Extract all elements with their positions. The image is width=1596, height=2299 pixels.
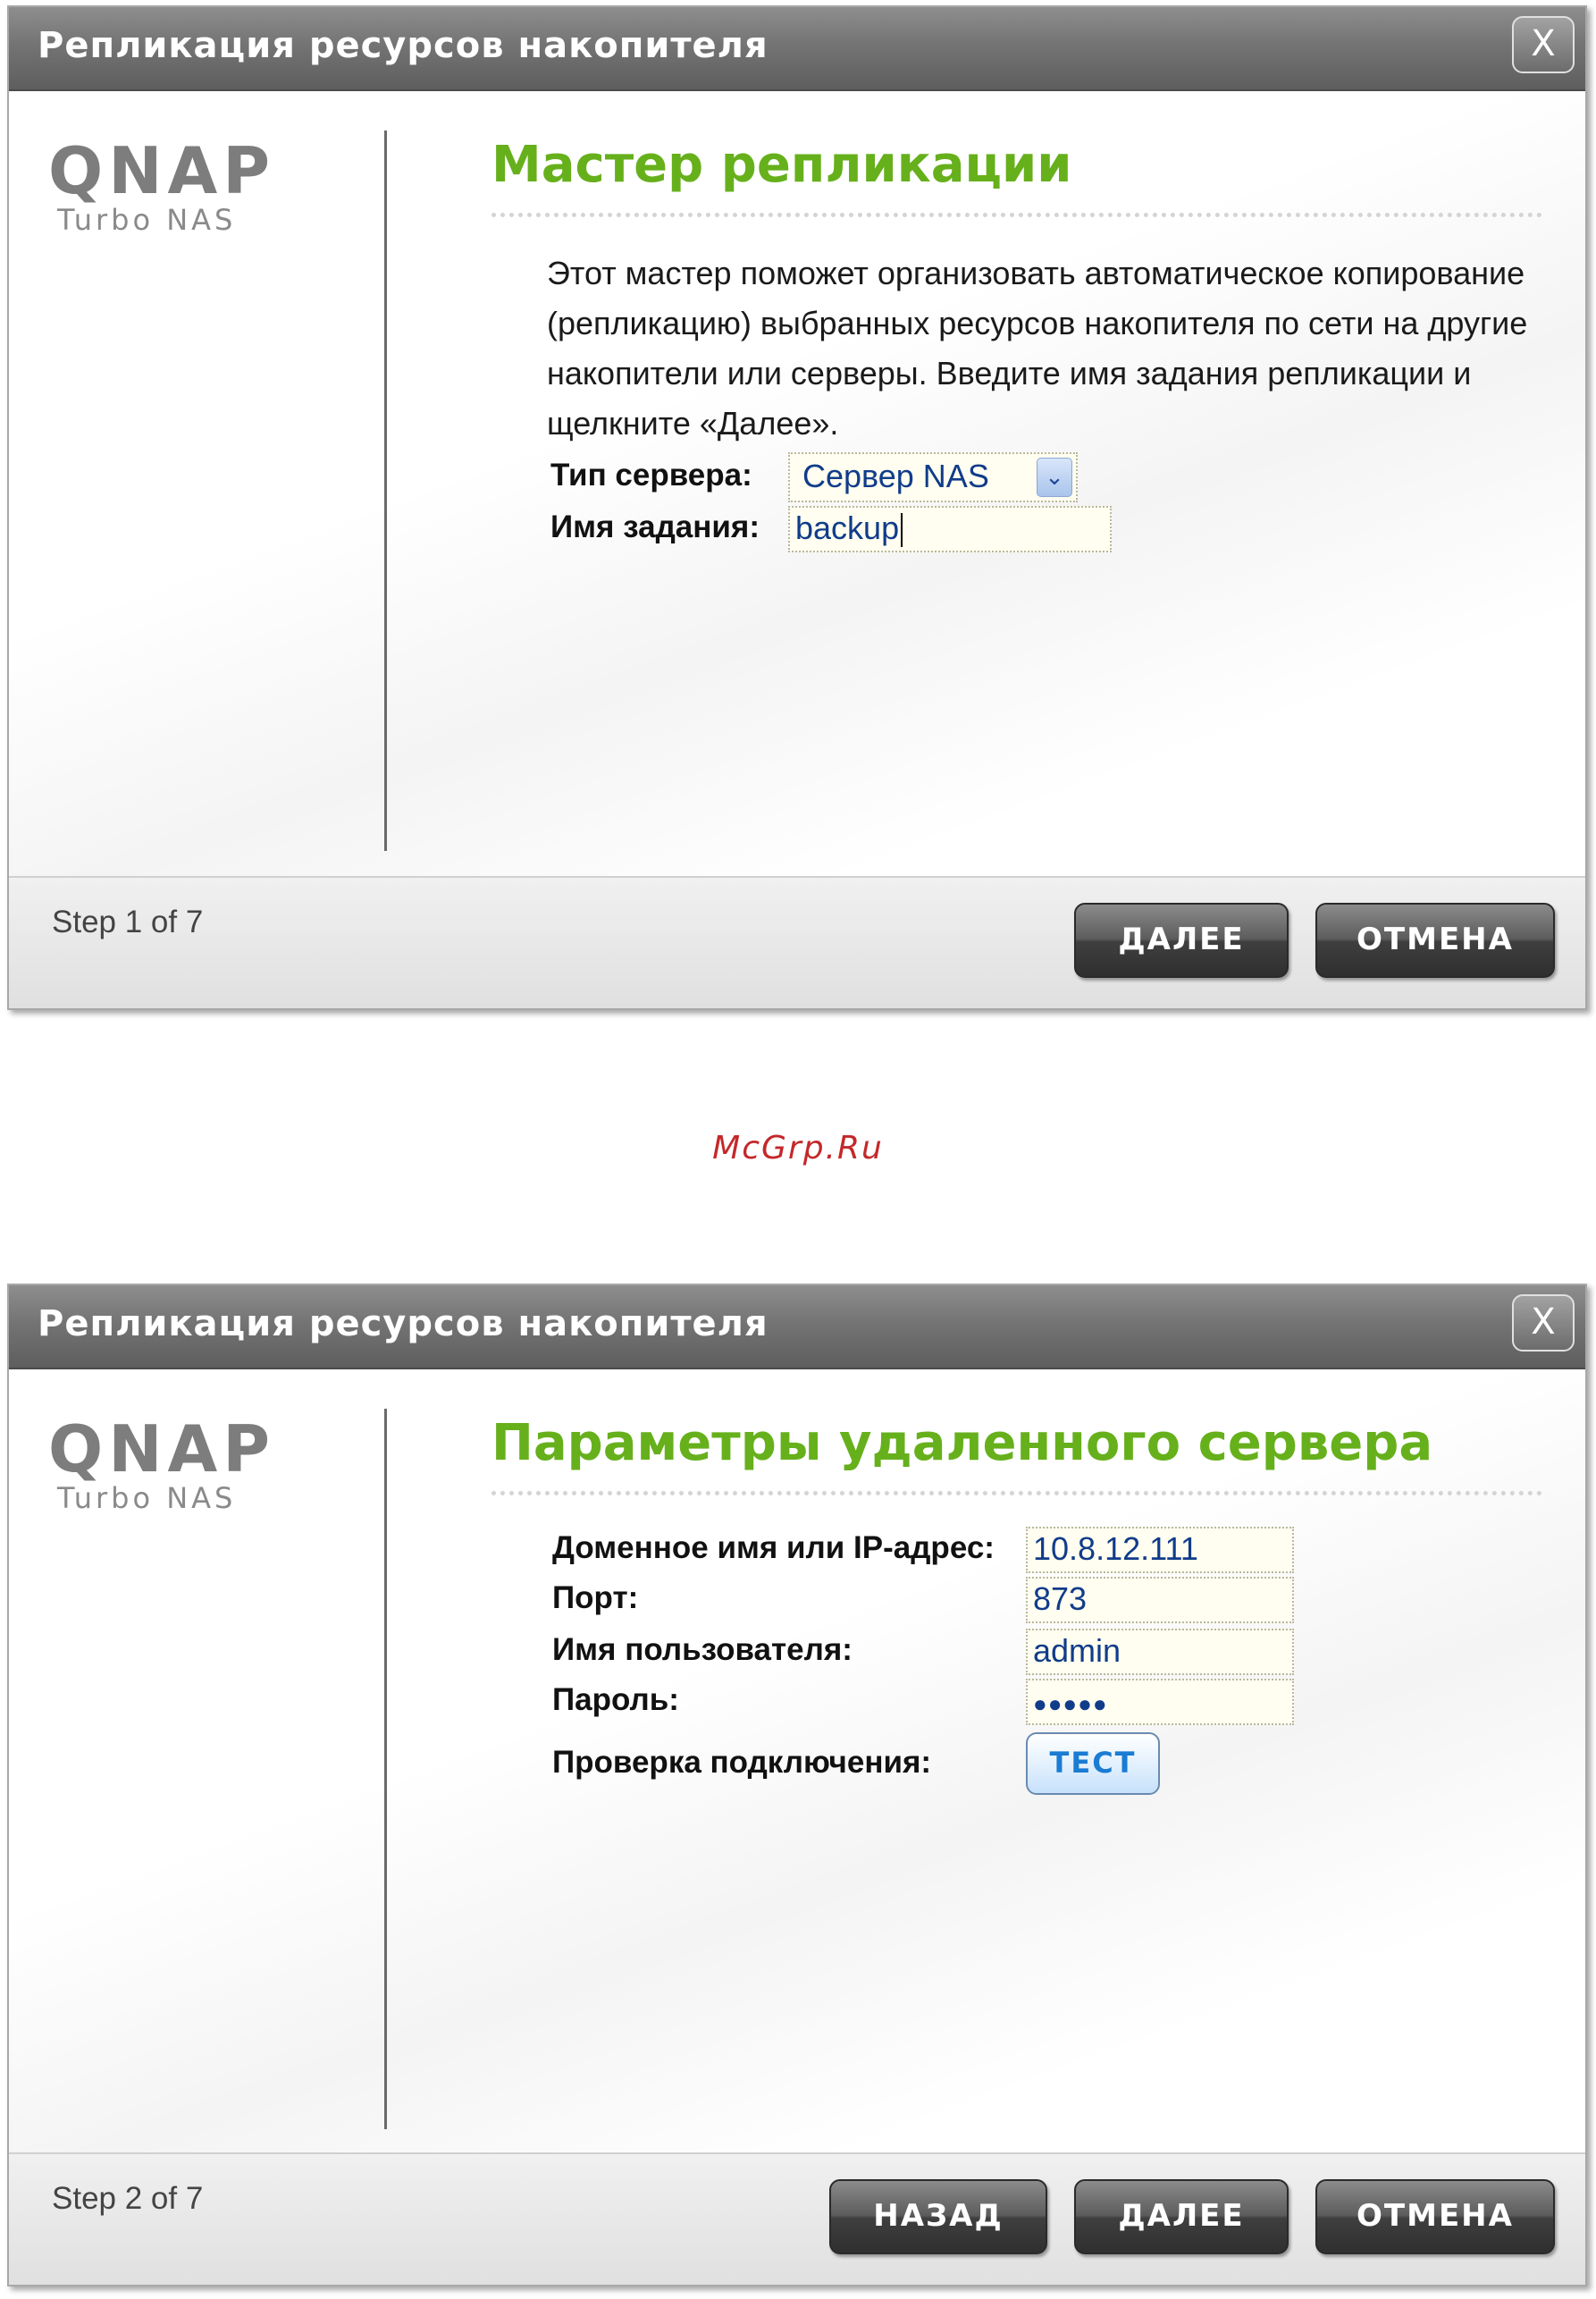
password-label: Пароль: [552,1682,679,1717]
dialog-footer: Step 1 of 7 ДАЛЕЕ ОТМЕНА [9,876,1585,1008]
dialog-footer: Step 2 of 7 НАЗАД ДАЛЕЕ ОТМЕНА [9,2152,1585,2285]
cancel-button[interactable]: ОТМЕНА [1315,903,1555,978]
port-label: Порт: [552,1580,639,1615]
next-button[interactable]: ДАЛЕЕ [1074,903,1289,978]
replication-dialog-step1: Репликация ресурсов накопителя X QNAP Tu… [7,5,1587,1010]
dialog-title: Репликация ресурсов накопителя [38,1303,769,1344]
test-button[interactable]: ТЕСТ [1026,1732,1160,1795]
close-icon: X [1531,1301,1556,1343]
step-indicator: Step 2 of 7 [52,2181,204,2216]
server-type-label: Тип сервера: [550,458,752,493]
host-label: Доменное имя или IP-адрес: [552,1530,995,1565]
page-title: Мастер репликации [491,136,1072,194]
logo-wordmark: QNAP [48,133,275,208]
dialog-body: QNAP Turbo NAS Параметры удаленного серв… [9,1369,1585,2158]
sidebar-divider [384,131,387,851]
qnap-logo: QNAP Turbo NAS [48,139,275,238]
close-button[interactable]: X [1512,1294,1575,1352]
watermark: McGrp.Ru [712,1130,884,1166]
cancel-button[interactable]: ОТМЕНА [1315,2179,1555,2254]
job-name-value: backup [795,509,900,546]
password-value: ●●●●● [1033,1690,1108,1717]
port-input[interactable]: 873 [1026,1577,1294,1623]
page-title: Параметры удаленного сервера [491,1414,1433,1472]
text-caret [901,513,903,548]
connection-test-label: Проверка подключения: [552,1745,932,1780]
logo-wordmark: QNAP [48,1411,275,1486]
step-indicator: Step 1 of 7 [52,905,204,939]
dialog-titlebar[interactable]: Репликация ресурсов накопителя X [9,1285,1585,1369]
username-label: Имя пользователя: [552,1632,853,1667]
next-button[interactable]: ДАЛЕЕ [1074,2179,1289,2254]
chevron-down-icon[interactable]: ⌄ [1037,458,1072,497]
dialog-body: QNAP Turbo NAS Мастер репликации Этот ма… [9,91,1585,881]
dialog-title: Репликация ресурсов накопителя [38,25,769,66]
dialog-titlebar[interactable]: Репликация ресурсов накопителя X [9,7,1585,91]
server-type-select[interactable]: Сервер NAS ⌄ [788,452,1078,502]
host-input[interactable]: 10.8.12.111 [1026,1527,1294,1573]
wizard-description: Этот мастер поможет организовать автомат… [547,255,1528,442]
heading-divider [491,1491,1542,1495]
username-value: admin [1033,1632,1121,1669]
qnap-logo: QNAP Turbo NAS [48,1411,275,1516]
sidebar-divider [384,1409,387,2129]
back-button[interactable]: НАЗАД [829,2179,1047,2254]
close-icon: X [1531,23,1556,64]
heading-divider [491,213,1542,217]
username-input[interactable]: admin [1026,1629,1294,1675]
password-input[interactable]: ●●●●● [1026,1679,1294,1725]
replication-dialog-step2: Репликация ресурсов накопителя X QNAP Tu… [7,1284,1587,2286]
host-value: 10.8.12.111 [1033,1530,1198,1567]
job-name-label: Имя задания: [550,509,760,544]
port-value: 873 [1033,1580,1088,1617]
server-type-value: Сервер NAS [802,458,989,494]
close-button[interactable]: X [1512,16,1575,73]
job-name-input[interactable]: backup [788,506,1112,552]
